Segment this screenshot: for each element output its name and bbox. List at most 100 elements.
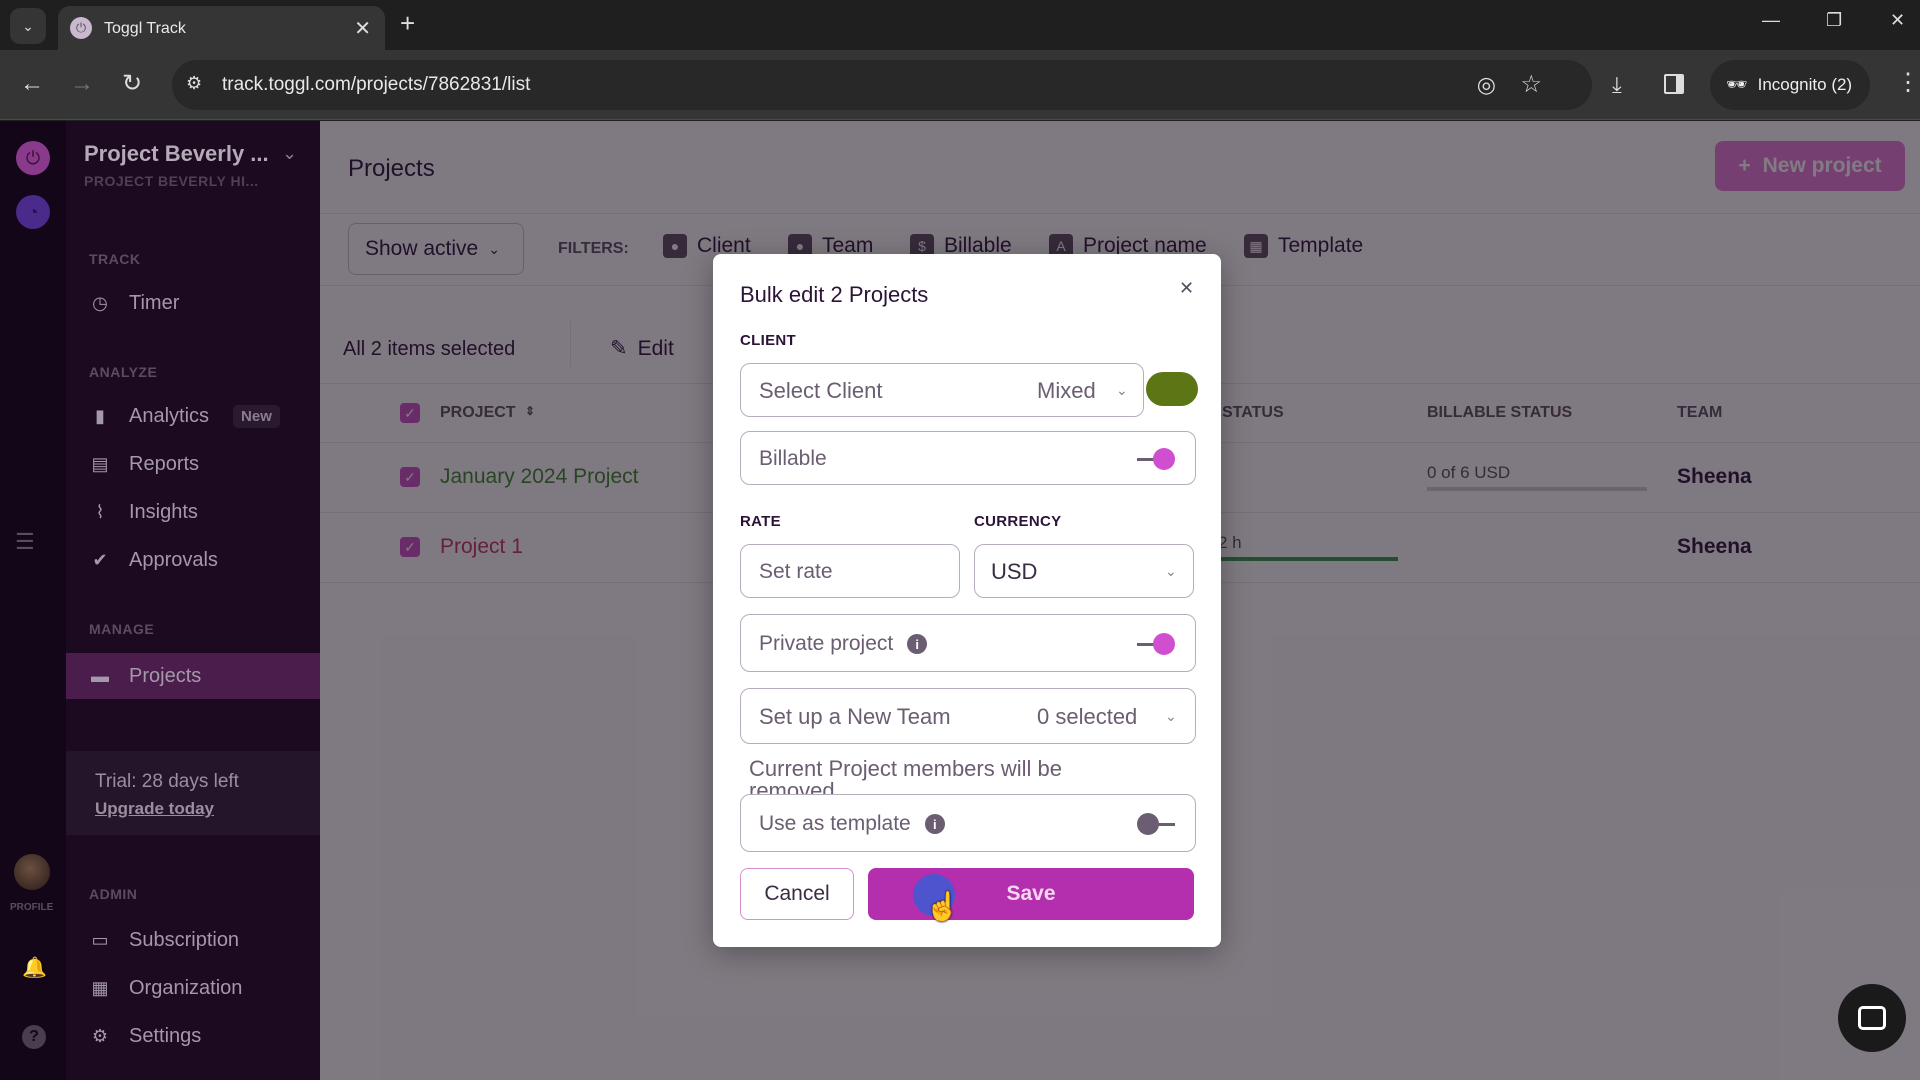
- collapse-sidebar-icon[interactable]: ☰: [15, 529, 35, 555]
- sidebar-item-reports[interactable]: ▤ Reports: [66, 441, 320, 487]
- template-toggle[interactable]: [1137, 813, 1175, 835]
- section-track: TRACK: [89, 251, 141, 267]
- chevron-down-icon[interactable]: ⌄: [282, 143, 297, 164]
- close-icon[interactable]: ✕: [1179, 278, 1194, 299]
- incognito-button[interactable]: 🕶 Incognito (2): [1710, 60, 1870, 110]
- toggl-favicon-icon: ⏻: [70, 17, 92, 39]
- client-label: CLIENT: [740, 332, 796, 349]
- building-icon: ▦: [91, 977, 109, 998]
- sidebar: Project Beverly ... ⌄ PROJECT BEVERLY HI…: [66, 121, 320, 1080]
- rate-label: RATE: [740, 513, 781, 530]
- notification-bell-icon[interactable]: 🔔: [22, 955, 47, 980]
- billable-field: Billable: [740, 431, 1196, 485]
- tab-title: Toggl Track: [104, 20, 186, 37]
- site-info-icon[interactable]: ⚙: [186, 73, 202, 94]
- modal-title: Bulk edit 2 Projects: [740, 282, 929, 307]
- bookmark-star-icon[interactable]: ☆: [1520, 70, 1542, 99]
- private-label-text: Private project: [759, 632, 894, 655]
- chevron-down-icon: ⌄: [22, 17, 34, 34]
- gear-icon: ⚙: [91, 1025, 109, 1046]
- info-icon[interactable]: i: [924, 814, 945, 835]
- sidebar-item-label: Organization: [129, 976, 243, 999]
- sidebar-item-timer[interactable]: ◷ Timer: [66, 280, 320, 326]
- clock-icon: ◷: [92, 292, 108, 313]
- private-project-field: Private project i: [740, 614, 1196, 672]
- hand-cursor-icon: ☝: [925, 891, 960, 922]
- sidebar-item-projects[interactable]: ▬ Projects: [66, 653, 320, 699]
- section-manage: MANAGE: [89, 621, 155, 637]
- avatar[interactable]: [14, 854, 50, 890]
- sidebar-item-label: Analytics: [129, 404, 210, 427]
- client-value: Mixed: [1037, 378, 1096, 403]
- section-analyze: ANALYZE: [89, 364, 158, 380]
- url-text[interactable]: track.toggl.com/projects/7862831/list: [222, 74, 530, 96]
- client-select[interactable]: Select Client Mixed ⌄: [740, 363, 1144, 417]
- sidebar-item-analytics[interactable]: ▮ Analytics New: [66, 393, 320, 439]
- chevron-down-icon: ⌄: [1165, 563, 1177, 579]
- chat-icon: [1858, 1006, 1886, 1030]
- close-window-icon[interactable]: ✕: [1890, 10, 1905, 31]
- eye-off-icon[interactable]: ◎: [1477, 72, 1496, 98]
- sidebar-item-label: Projects: [129, 664, 202, 687]
- reload-icon[interactable]: ↻: [122, 70, 142, 98]
- folder-icon: ▬: [91, 665, 109, 686]
- back-icon[interactable]: ←: [20, 70, 44, 98]
- sidebar-item-settings[interactable]: ⚙ Settings: [66, 1013, 320, 1059]
- chat-support-button[interactable]: [1838, 984, 1906, 1052]
- info-icon[interactable]: i: [907, 634, 928, 655]
- toggl-track-logo-icon[interactable]: ⏻: [16, 141, 50, 175]
- client-placeholder: Select Client: [759, 378, 883, 403]
- incognito-label: Incognito (2): [1757, 75, 1853, 94]
- new-tab-button[interactable]: +: [400, 10, 415, 36]
- bar-chart-icon: ▮: [95, 405, 105, 426]
- trial-banner: Trial: 28 days left Upgrade today: [66, 751, 320, 835]
- forward-icon[interactable]: →: [70, 70, 94, 98]
- rate-placeholder: Set rate: [759, 560, 833, 583]
- workspace-subtitle: PROJECT BEVERLY HI...: [84, 173, 259, 189]
- side-panel-icon[interactable]: [1664, 74, 1684, 94]
- currency-label: CURRENCY: [974, 513, 1062, 530]
- billable-toggle[interactable]: [1137, 448, 1175, 470]
- trial-text: Trial: 28 days left: [95, 771, 239, 792]
- sidebar-item-label: Settings: [129, 1024, 202, 1047]
- browser-toolbar: ← → ↻ ⚙ track.toggl.com/projects/7862831…: [0, 50, 1920, 120]
- close-tab-icon[interactable]: ✕: [354, 16, 371, 41]
- browser-menu-icon[interactable]: ⋮: [1896, 68, 1920, 97]
- cancel-button[interactable]: Cancel: [740, 868, 854, 920]
- sidebar-item-label: Approvals: [129, 548, 218, 571]
- credit-card-icon: ▭: [91, 929, 109, 950]
- private-project-label: Private project i: [759, 632, 928, 656]
- browser-tab-bar: ⌄ ⏻ Toggl Track ✕ + — ❐ ✕: [0, 0, 1920, 50]
- toggl-plan-icon[interactable]: ◔: [16, 195, 50, 229]
- check-circle-icon: ✔: [92, 549, 108, 570]
- sidebar-item-organization[interactable]: ▦ Organization: [66, 965, 320, 1011]
- new-badge: New: [233, 404, 280, 428]
- sidebar-item-approvals[interactable]: ✔ Approvals: [66, 537, 320, 583]
- reports-icon: ▤: [91, 453, 109, 474]
- restore-icon[interactable]: ❐: [1826, 10, 1842, 31]
- section-admin: ADMIN: [89, 886, 138, 902]
- private-project-toggle[interactable]: [1137, 633, 1175, 655]
- incognito-icon: 🕶: [1726, 75, 1748, 94]
- currency-select[interactable]: USD ⌄: [974, 544, 1194, 598]
- download-icon[interactable]: ⤓: [1612, 72, 1622, 98]
- rate-input[interactable]: Set rate: [740, 544, 960, 598]
- address-bar[interactable]: ⚙ track.toggl.com/projects/7862831/list …: [172, 60, 1592, 110]
- sidebar-item-label: Subscription: [129, 928, 240, 951]
- sidebar-item-label: Insights: [129, 500, 198, 523]
- team-value: 0 selected: [1037, 704, 1138, 729]
- currency-value: USD: [991, 559, 1038, 584]
- browser-tab[interactable]: ⏻ Toggl Track ✕: [58, 6, 385, 50]
- tab-search-button[interactable]: ⌄: [10, 8, 46, 44]
- client-apply-toggle[interactable]: [1146, 372, 1198, 406]
- sidebar-item-label: Reports: [129, 452, 200, 475]
- help-icon[interactable]: ?: [22, 1025, 46, 1049]
- team-select[interactable]: Set up a New Team 0 selected ⌄: [740, 688, 1196, 744]
- sidebar-item-subscription[interactable]: ▭ Subscription: [66, 917, 320, 963]
- upgrade-link[interactable]: Upgrade today: [95, 799, 214, 819]
- sidebar-item-insights[interactable]: ⌇ Insights: [66, 489, 320, 535]
- workspace-name[interactable]: Project Beverly ...: [84, 141, 269, 167]
- minimize-icon[interactable]: —: [1762, 10, 1780, 31]
- bulk-edit-modal: Bulk edit 2 Projects ✕ CLIENT Select Cli…: [713, 254, 1221, 947]
- sidebar-item-label: Timer: [129, 291, 180, 314]
